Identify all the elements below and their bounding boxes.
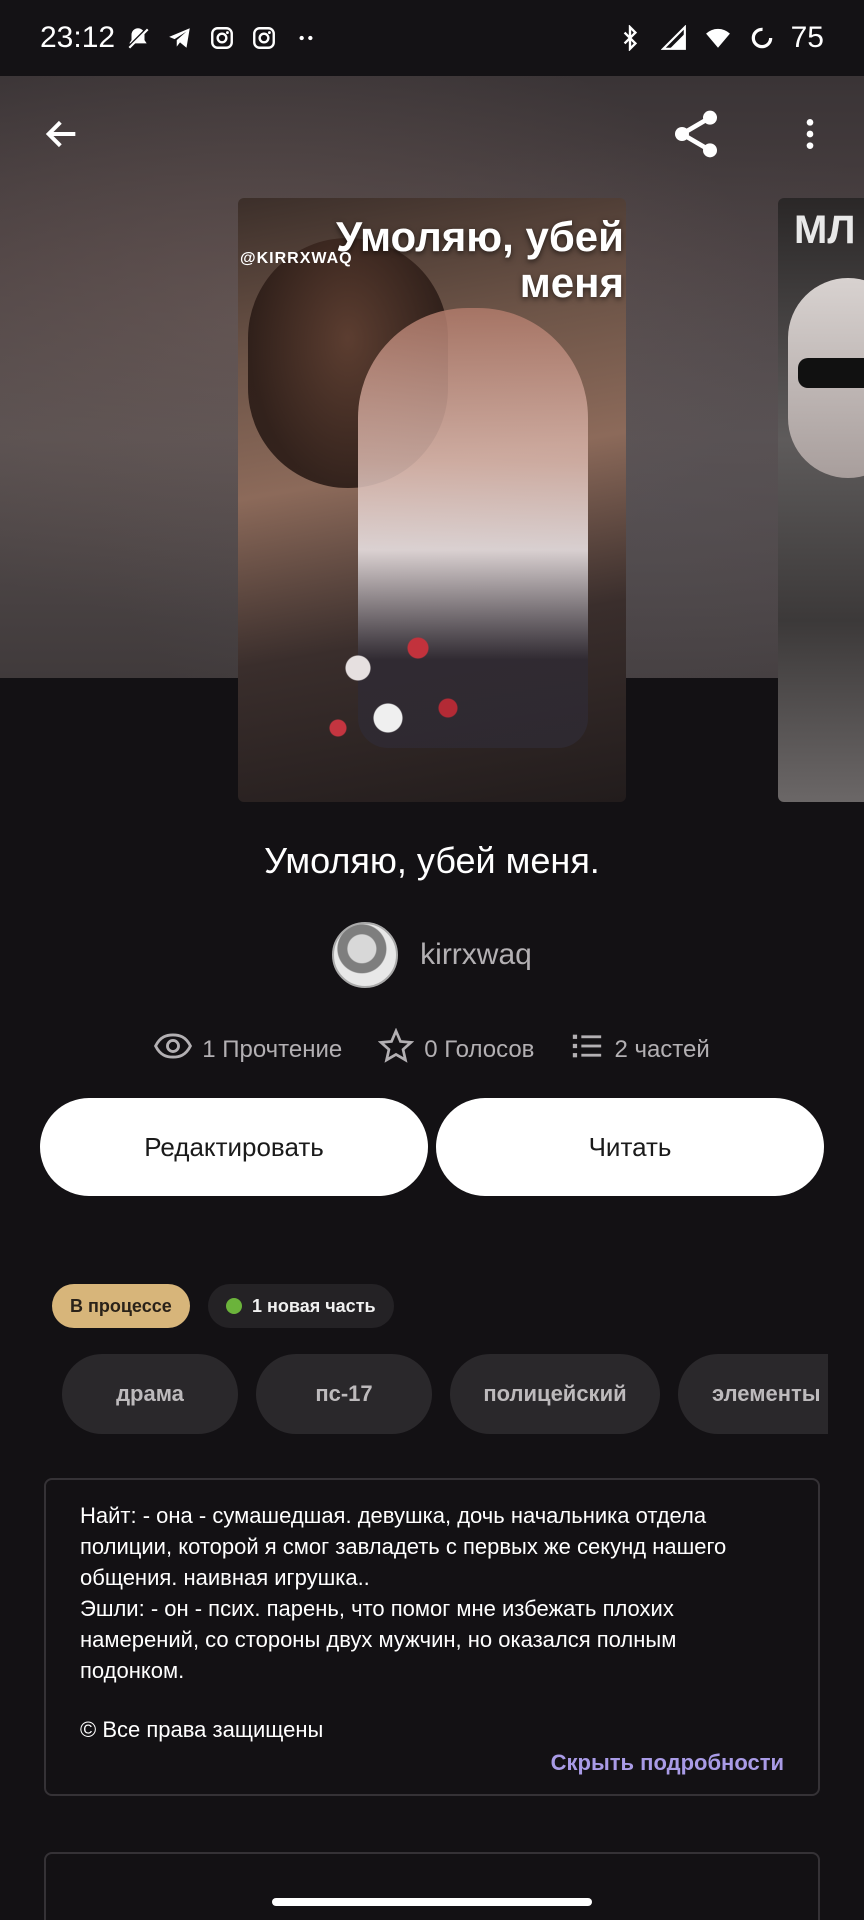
back-button[interactable] [32,106,92,166]
parts-count: 2 частей [614,1035,710,1063]
eye-icon [154,1031,193,1068]
battery-icon [747,23,777,53]
instagram-icon [249,23,279,53]
votes-count: 0 Голосов [424,1035,535,1063]
cover-handle: @KIRRXWAQ [240,250,353,267]
reads-stat: 1 Прочтение [154,1031,342,1068]
share-icon [668,106,724,167]
more-vertical-icon [790,114,830,159]
battery-level: 75 [790,21,824,54]
story-cover[interactable]: Умоляю, убей меня @KIRRXWAQ [238,198,626,802]
mute-icon [123,23,153,53]
bluetooth-icon [615,23,645,53]
cover-art-flowers [298,588,498,788]
list-icon [570,1029,604,1070]
read-button[interactable]: Читать [436,1098,824,1196]
copyright-text: © Все права защищены [80,1717,324,1742]
tag-chip[interactable]: драма [62,1354,238,1434]
parts-stat: 2 частей [570,1029,710,1070]
description-box: Найт: - она - сумашедшая. девушка, дочь … [44,1478,820,1796]
author-row[interactable]: kirrxwaq [0,922,864,988]
arrow-left-icon [42,114,82,159]
new-part-badge: 1 новая часть [208,1284,394,1328]
edit-button[interactable]: Редактировать [40,1098,428,1196]
hide-details-link[interactable]: Скрыть подробности [551,1750,784,1776]
description-text: Найт: - она - сумашедшая. девушка, дочь … [80,1503,727,1683]
next-section-box [44,1852,820,1920]
star-icon [377,1027,415,1071]
wifi-icon [703,23,733,53]
more-dots-icon [291,23,321,53]
story-stats: 1 Прочтение 0 Голосов 2 частей [0,1027,864,1071]
notification-icons [123,23,321,53]
telegram-icon [165,23,195,53]
more-options-button[interactable] [780,106,840,166]
signal-icon [659,23,689,53]
new-part-label: 1 новая часть [252,1295,376,1316]
next-cover-title: МЛ [794,208,856,252]
status-time: 23:12 [40,21,116,54]
story-title: Умоляю, убей меня. [264,840,600,881]
status-badge: В процессе [52,1284,190,1328]
tag-chip[interactable]: полицейский [450,1354,660,1434]
tag-chip[interactable]: элементы [678,1354,828,1434]
new-dot-icon [226,1298,242,1314]
next-story-cover[interactable]: МЛ [778,198,864,802]
status-bar: 23:12 75 [0,0,864,76]
cover-art-sunglasses [798,358,864,388]
avatar[interactable] [332,922,399,988]
instagram-icon [207,23,237,53]
tag-chip[interactable]: пс-17 [256,1354,432,1434]
home-indicator[interactable] [272,1898,592,1906]
author-name[interactable]: kirrxwaq [420,938,532,972]
votes-stat: 0 Голосов [377,1027,535,1071]
tags-row[interactable]: драма пс-17 полицейский элементы [60,1354,828,1434]
reads-count: 1 Прочтение [202,1035,343,1063]
system-icons: 75 [615,21,824,55]
share-button[interactable] [666,106,726,166]
